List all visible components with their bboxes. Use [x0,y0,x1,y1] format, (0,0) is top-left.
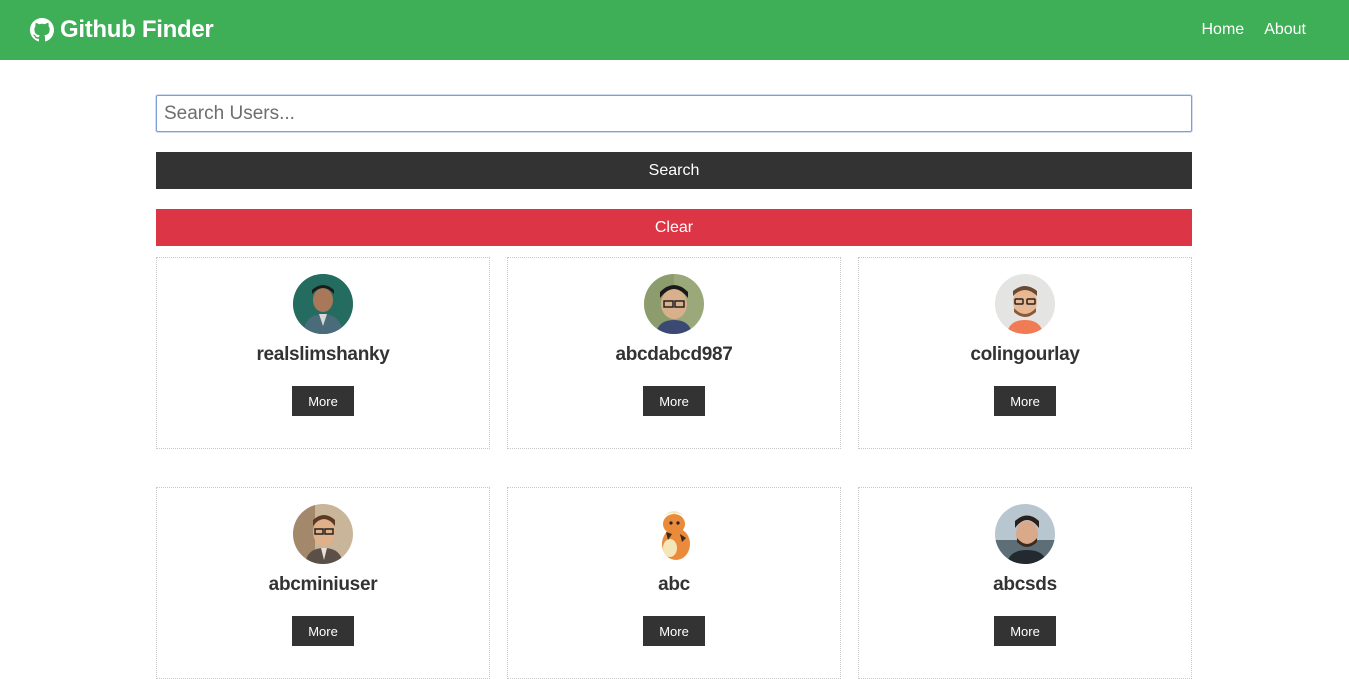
search-button[interactable]: Search [156,152,1192,189]
nav-link-about[interactable]: About [1264,21,1306,39]
user-card: abcsds More [858,487,1192,679]
navbar: Github Finder Home About [0,0,1349,60]
user-card: colingourlay More [858,257,1192,449]
user-card: abcminiuser More [156,487,490,679]
github-icon [30,18,54,42]
user-login: abc [658,574,690,595]
more-button[interactable]: More [643,386,705,416]
more-button[interactable]: More [994,616,1056,646]
more-button[interactable]: More [994,386,1056,416]
more-button[interactable]: More [292,616,354,646]
user-avatar-photo [293,504,353,564]
search-input[interactable] [156,95,1192,132]
user-login: abcdabcd987 [615,344,733,365]
user-card: abcdabcd987 More [507,257,841,449]
more-button[interactable]: More [643,616,705,646]
clear-button[interactable]: Clear [156,209,1192,246]
search-form: Search Clear [156,95,1192,246]
pokemon-avatar-image [644,504,704,564]
brand-title: Github Finder [60,16,214,43]
user-card: abc More [507,487,841,679]
user-login: colingourlay [970,344,1080,365]
user-login: abcminiuser [268,574,378,595]
more-button[interactable]: More [292,386,354,416]
nav-links: Home About [1202,21,1307,39]
nav-link-home[interactable]: Home [1202,21,1245,39]
user-card: realslimshanky More [156,257,490,449]
user-avatar-photo [293,274,353,334]
user-login: abcsds [993,574,1057,595]
brand[interactable]: Github Finder [30,16,214,44]
user-avatar-photo [995,504,1055,564]
users-grid: realslimshanky More abcdabcd987 More col… [156,257,1192,679]
user-avatar-photo [644,274,704,334]
user-avatar-photo [995,274,1055,334]
user-login: realslimshanky [256,344,390,365]
